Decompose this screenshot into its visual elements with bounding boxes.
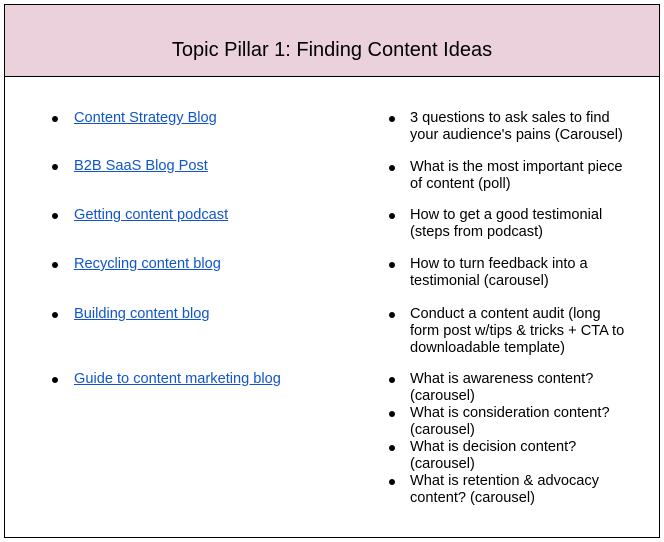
idea-line: of content (poll) [410,176,511,192]
bullet-icon [389,411,395,417]
bullet-icon [52,262,58,268]
bullet-icon [52,164,58,170]
idea-text: How to turn feedback into a testimonial … [410,256,650,290]
content-table: Topic Pillar 1: Finding Content Ideas Co… [4,4,660,538]
link-b2b-saas-blog-post[interactable]: B2B SaaS Blog Post [74,158,208,175]
idea-line: (carousel) [410,422,475,438]
idea-line: What is retention & advocacy [410,473,599,489]
idea-line: testimonial (carousel) [410,273,549,289]
idea-line: What is awareness content? [410,371,594,387]
bullet-icon [389,213,395,219]
page-title: Topic Pillar 1: Finding Content Ideas [171,39,493,61]
idea-text: What is awareness content? (carousel) [410,371,650,405]
link-guide-content-marketing-blog[interactable]: Guide to content marketing blog [74,371,281,388]
idea-text: What is consideration content? (carousel… [410,405,650,439]
idea-line: How to turn feedback into a [410,256,588,272]
idea-text: What is retention & advocacy content? (c… [410,473,650,507]
link-building-content-blog[interactable]: Building content blog [74,306,210,323]
idea-line: content? (carousel) [410,490,535,506]
link-recycling-content-blog[interactable]: Recycling content blog [74,256,221,273]
idea-line: (carousel) [410,388,475,404]
idea-line: downloadable template) [410,340,565,356]
idea-line: your audience's pains (Carousel) [410,127,623,143]
idea-text: What is the most important piece of cont… [410,159,650,193]
bullet-icon [389,262,395,268]
bullet-icon [52,377,58,383]
bullet-icon [389,165,395,171]
idea-line: Conduct a content audit (long [410,306,601,322]
idea-line: What is consideration content? [410,405,610,421]
link-content-strategy-blog[interactable]: Content Strategy Blog [74,110,217,127]
idea-line: (steps from podcast) [410,224,544,240]
bullet-icon [389,116,395,122]
idea-text: How to get a good testimonial (steps fro… [410,207,650,241]
idea-text: 3 questions to ask sales to find your au… [410,110,650,144]
idea-line: What is the most important piece [410,159,623,175]
link-getting-content-podcast[interactable]: Getting content podcast [74,207,228,224]
bullet-icon [52,116,58,122]
bullet-icon [389,479,395,485]
idea-line: How to get a good testimonial [410,207,603,223]
idea-text: Conduct a content audit (long form post … [410,306,650,357]
idea-line: form post w/tips & tricks + CTA to [410,323,625,339]
bullet-icon [52,213,58,219]
bullet-icon [389,445,395,451]
idea-line: 3 questions to ask sales to find [410,110,610,126]
bullet-icon [389,377,395,383]
idea-line: What is decision content? [410,439,577,455]
idea-text: What is decision content? (carousel) [410,439,650,473]
header-band: Topic Pillar 1: Finding Content Ideas [5,5,659,77]
bullet-icon [52,312,58,318]
idea-line: (carousel) [410,456,475,472]
bullet-icon [389,312,395,318]
